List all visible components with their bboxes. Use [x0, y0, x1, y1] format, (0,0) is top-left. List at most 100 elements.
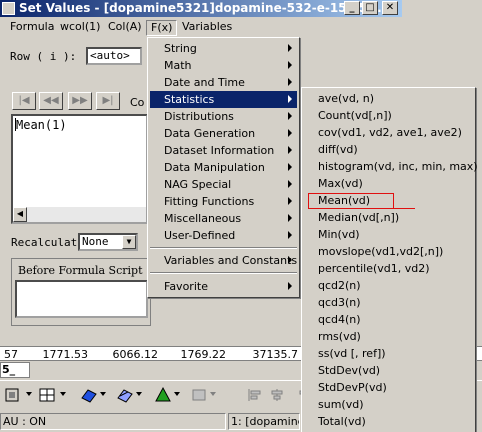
submenu-arrow-icon: [288, 256, 292, 264]
menu-item-cov[interactable]: cov(vd1, vd2, ave1, ave2): [304, 124, 473, 141]
menu-item-label: String: [164, 42, 197, 55]
app-icon: [2, 2, 15, 15]
formula-horizontal-scrollbar[interactable]: ◀: [13, 207, 146, 222]
dropdown-arrow-icon[interactable]: ▼: [122, 235, 136, 249]
table-cell[interactable]: 6066.12: [100, 348, 159, 361]
next-column-button[interactable]: ▶▶: [68, 92, 92, 110]
scroll-left-icon[interactable]: ◀: [13, 207, 27, 222]
submenu-arrow-icon: [288, 180, 292, 188]
menu-item-median[interactable]: Median(vd[,n]): [304, 209, 473, 226]
menu-item-movslope[interactable]: movslope(vd1,vd2[,n]): [304, 243, 473, 260]
menu-fx[interactable]: F(x): [146, 20, 178, 36]
menu-item-label: Miscellaneous: [164, 212, 242, 225]
layer-icon[interactable]: [4, 386, 22, 404]
column-label: Co: [130, 96, 145, 109]
menu-col[interactable]: Col(A): [104, 20, 146, 36]
submenu-arrow-icon: [288, 214, 292, 222]
table-cell[interactable]: 1771.53: [30, 348, 89, 361]
menu-item-count[interactable]: Count(vd[,n]): [304, 107, 473, 124]
menu-item-statistics[interactable]: Statistics: [150, 91, 297, 108]
menu-item-max[interactable]: Max(vd): [304, 175, 473, 192]
menu-formula[interactable]: Formula: [6, 20, 58, 36]
row-input[interactable]: <auto>: [86, 47, 142, 65]
menu-item-percentile[interactable]: percentile(vd1, vd2): [304, 260, 473, 277]
submenu-arrow-icon: [288, 231, 292, 239]
annotation-highlight-box: [308, 193, 394, 209]
menu-item-variables-constants[interactable]: Variables and Constants: [150, 252, 297, 269]
menu-item-stddevp[interactable]: StdDevP(vd): [304, 379, 473, 396]
menu-separator: [150, 272, 297, 274]
menu-item-rms[interactable]: rms(vd): [304, 328, 473, 345]
submenu-arrow-icon: [288, 282, 292, 290]
menu-item-miscellaneous[interactable]: Miscellaneous: [150, 210, 297, 227]
fill-blue-icon[interactable]: [80, 386, 98, 404]
last-column-button[interactable]: ▶|: [96, 92, 120, 110]
menu-item-histogram[interactable]: histogram(vd, inc, min, max): [304, 158, 478, 175]
minimize-button[interactable]: _: [344, 1, 360, 15]
annotation-underline: [370, 208, 415, 209]
sheet-tab[interactable]: 5_: [0, 362, 30, 378]
chevron-down-icon[interactable]: [100, 392, 106, 396]
menu-item-label: Data Generation: [164, 127, 256, 140]
title-bar[interactable]: Set Values - [dopamine5321]dopamine-532-…: [0, 0, 402, 17]
menu-item-stddev[interactable]: StdDev(vd): [304, 362, 473, 379]
chevron-down-icon[interactable]: [26, 392, 32, 396]
before-script-label: Before Formula Script: [18, 264, 143, 277]
pattern-icon[interactable]: [116, 386, 134, 404]
menu-item-ave[interactable]: ave(vd, n): [304, 90, 473, 107]
menu-item-qcd3[interactable]: qcd3(n): [304, 294, 473, 311]
fx-menu: String Math Date and Time Statistics Dis…: [147, 37, 300, 298]
menu-item-sum[interactable]: sum(vd): [304, 396, 473, 413]
menu-item-dataset-information[interactable]: Dataset Information: [150, 142, 297, 159]
menu-item-string[interactable]: String: [150, 40, 297, 57]
menu-item-qcd4[interactable]: qcd4(n): [304, 311, 473, 328]
menu-item-label: Data Manipulation: [164, 161, 265, 174]
menu-item-data-generation[interactable]: Data Generation: [150, 125, 297, 142]
chevron-down-icon: [210, 392, 216, 396]
menu-bar: Formula wcol(1) Col(A) F(x) Variables: [0, 18, 402, 37]
table-cell[interactable]: 37135.7: [240, 348, 299, 361]
table-cell[interactable]: 1769.22: [168, 348, 227, 361]
menu-item-qcd2[interactable]: qcd2(n): [304, 277, 473, 294]
chevron-down-icon[interactable]: [174, 392, 180, 396]
menu-variables[interactable]: Variables: [178, 20, 236, 36]
chevron-down-icon[interactable]: [60, 392, 66, 396]
menu-item-nag-special[interactable]: NAG Special: [150, 176, 297, 193]
menu-item-label: Date and Time: [164, 76, 245, 89]
recalculate-select[interactable]: None ▼: [78, 233, 138, 251]
submenu-arrow-icon: [288, 129, 292, 137]
menu-wcol[interactable]: wcol(1): [56, 20, 104, 36]
menu-item-ss[interactable]: ss(vd [, ref]): [304, 345, 473, 362]
background-window: [402, 0, 482, 87]
menu-item-label: Math: [164, 59, 192, 72]
formula-text: Mean(1): [16, 118, 67, 132]
menu-item-fitting-functions[interactable]: Fitting Functions: [150, 193, 297, 210]
row-label: Row ( i ):: [10, 50, 77, 63]
menu-item-favorite[interactable]: Favorite: [150, 278, 297, 295]
menu-item-math[interactable]: Math: [150, 57, 297, 74]
menu-item-user-defined[interactable]: User-Defined: [150, 227, 297, 244]
menu-item-diff[interactable]: diff(vd): [304, 141, 473, 158]
menu-item-date-time[interactable]: Date and Time: [150, 74, 297, 91]
recalculate-value: None: [82, 235, 109, 248]
submenu-arrow-icon: [288, 112, 292, 120]
menu-item-total[interactable]: Total(vd): [304, 413, 473, 430]
maximize-button[interactable]: □: [362, 1, 378, 15]
first-column-button[interactable]: |◀: [12, 92, 36, 110]
previous-column-button[interactable]: ◀◀: [39, 92, 63, 110]
submenu-arrow-icon: [288, 146, 292, 154]
table-cell[interactable]: 57: [2, 348, 18, 361]
before-script-editor[interactable]: [15, 280, 148, 318]
close-button[interactable]: ✕: [382, 1, 398, 15]
status-au: AU : ON: [0, 413, 226, 430]
menu-item-data-manipulation[interactable]: Data Manipulation: [150, 159, 297, 176]
menu-item-distributions[interactable]: Distributions: [150, 108, 297, 125]
chevron-down-icon[interactable]: [136, 392, 142, 396]
symbol-icon[interactable]: [154, 386, 172, 404]
next-icon: ▶▶: [72, 95, 88, 106]
menu-item-label: Variables and Constants: [164, 254, 298, 267]
menu-item-min[interactable]: Min(vd): [304, 226, 473, 243]
submenu-arrow-icon: [288, 61, 292, 69]
grid-icon[interactable]: [38, 386, 56, 404]
align-center-icon: [271, 389, 283, 401]
